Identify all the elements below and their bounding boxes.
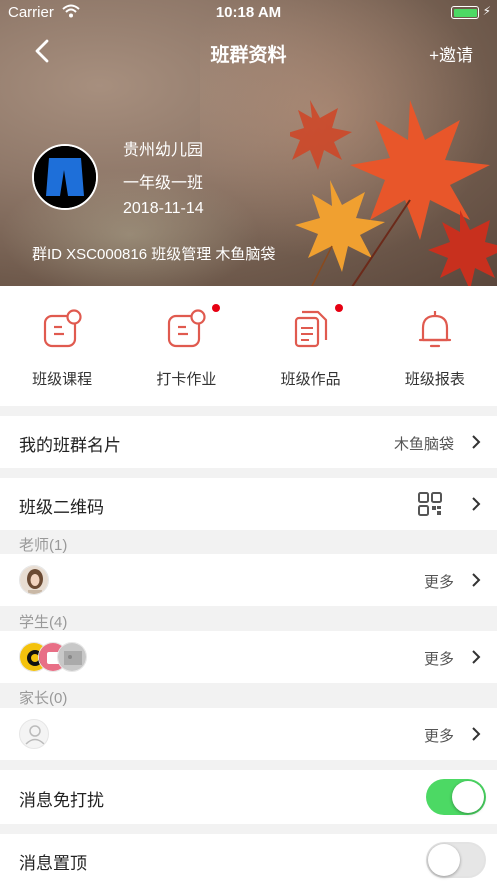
class-name: 一年级一班 xyxy=(123,175,204,192)
more-link: 更多 xyxy=(423,574,454,591)
mute-notifications-row: 消息免打扰 xyxy=(0,770,497,824)
my-card-value: 木鱼脑袋 xyxy=(393,436,454,453)
maple-leaves-image xyxy=(290,100,497,286)
bell-icon xyxy=(418,311,451,348)
parents-row[interactable]: 更多 xyxy=(0,708,497,760)
action-label: 打卡作业 xyxy=(156,371,217,388)
quick-actions: 班级课程 打卡作业 班级作品 班级报表 xyxy=(0,286,497,406)
action-checkin-homework[interactable]: 打卡作业 xyxy=(124,286,248,406)
chevron-right-icon xyxy=(472,497,481,511)
my-card-label: 我的班群名片 xyxy=(19,436,121,455)
header-banner: Carrier 10:18 AM ⚡ 班群资料 +邀请 贵州幼儿园 一年级一班 … xyxy=(0,0,497,286)
school-name: 贵州幼儿园 xyxy=(123,142,204,159)
status-bar: Carrier 10:18 AM ⚡ xyxy=(0,0,497,26)
more-link: 更多 xyxy=(423,651,454,668)
invite-button[interactable]: +邀请 xyxy=(429,41,473,66)
charging-icon: ⚡ xyxy=(482,4,491,18)
action-label: 班级课程 xyxy=(32,371,93,388)
class-qrcode-row[interactable]: 班级二维码 xyxy=(0,478,497,530)
nav-bar: 班群资料 +邀请 xyxy=(0,30,497,74)
action-class-course[interactable]: 班级课程 xyxy=(0,286,124,406)
avatar xyxy=(57,642,87,672)
mute-label: 消息免打扰 xyxy=(19,791,104,810)
default-avatar-icon xyxy=(19,719,49,749)
homework-icon xyxy=(168,309,206,348)
chevron-right-icon xyxy=(472,650,481,664)
pin-toggle[interactable] xyxy=(426,842,486,878)
group-id-line: 群ID XSC000816 班级管理 木鱼脑袋 xyxy=(32,246,276,263)
students-row[interactable]: 更多 xyxy=(0,631,497,683)
chevron-right-icon xyxy=(472,573,481,587)
badge-dot xyxy=(334,304,343,312)
parents-header: 家长(0) xyxy=(19,690,68,707)
qrcode-label: 班级二维码 xyxy=(19,498,104,517)
more-link: 更多 xyxy=(423,728,454,745)
battery-icon xyxy=(451,6,479,19)
my-group-card-row[interactable]: 我的班群名片 木鱼脑袋 xyxy=(0,416,497,468)
class-logo-image xyxy=(34,146,96,208)
action-label: 班级报表 xyxy=(404,371,465,388)
page-title: 班群资料 xyxy=(210,45,287,66)
course-icon xyxy=(44,309,82,348)
class-avatar[interactable] xyxy=(32,144,98,210)
clock: 10:18 AM xyxy=(215,4,282,21)
action-label: 班级作品 xyxy=(280,371,341,388)
chevron-right-icon xyxy=(472,435,481,449)
created-date: 2018-11-14 xyxy=(123,200,204,217)
chevron-right-icon xyxy=(472,727,481,741)
qrcode-icon xyxy=(418,492,442,516)
avatar xyxy=(19,565,49,595)
action-class-works[interactable]: 班级作品 xyxy=(249,286,373,406)
works-icon xyxy=(294,310,327,348)
students-header: 学生(4) xyxy=(19,614,68,631)
badge-dot xyxy=(212,304,221,312)
action-class-report[interactable]: 班级报表 xyxy=(373,286,497,406)
teachers-header: 老师(1) xyxy=(19,537,68,554)
pin-chat-row: 消息置顶 xyxy=(0,834,497,883)
mute-toggle[interactable] xyxy=(426,779,486,815)
teachers-row[interactable]: 更多 xyxy=(0,554,497,606)
pin-label: 消息置顶 xyxy=(19,854,87,873)
